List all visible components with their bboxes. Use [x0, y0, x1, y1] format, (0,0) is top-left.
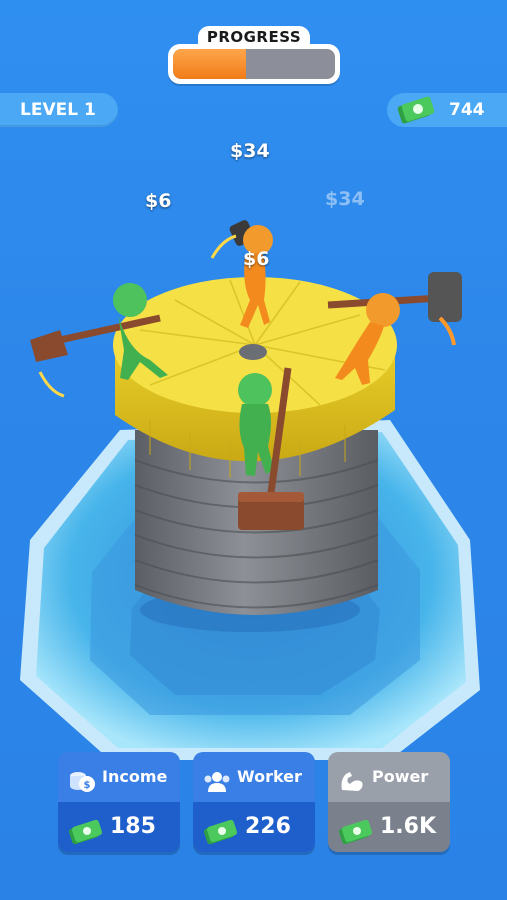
worker-cost: 226 [245, 814, 291, 839]
svg-text:$: $ [84, 780, 91, 791]
level-indicator: LEVEL 1 [0, 93, 118, 127]
worker-upgrade-button[interactable]: Worker 226 [193, 752, 315, 852]
progress-label: PROGRESS [198, 26, 310, 48]
reward-popup: $6 [243, 248, 270, 270]
income-label: Income [102, 767, 168, 786]
reward-popup: $6 [145, 190, 172, 212]
money-value: 744 [449, 100, 485, 120]
reward-popup: $34 [325, 188, 365, 210]
cash-icon [397, 96, 437, 136]
progress-indicator: PROGRESS [168, 26, 340, 84]
cash-icon [203, 814, 239, 852]
income-cost: 185 [110, 814, 156, 839]
progress-bar-fill [173, 49, 246, 79]
money-counter: 744 [387, 93, 507, 127]
reward-popup: $34 [230, 140, 270, 162]
power-upgrade-button[interactable]: Power 1.6K [328, 752, 450, 852]
income-upgrade-button[interactable]: $ Income 185 [58, 752, 180, 852]
progress-bar-frame [168, 44, 340, 84]
worker-label: Worker [237, 767, 302, 786]
cash-icon [68, 814, 104, 852]
progress-bar-track [173, 49, 335, 79]
power-cost: 1.6K [380, 814, 437, 839]
power-label: Power [372, 767, 429, 786]
cash-icon [338, 814, 374, 852]
